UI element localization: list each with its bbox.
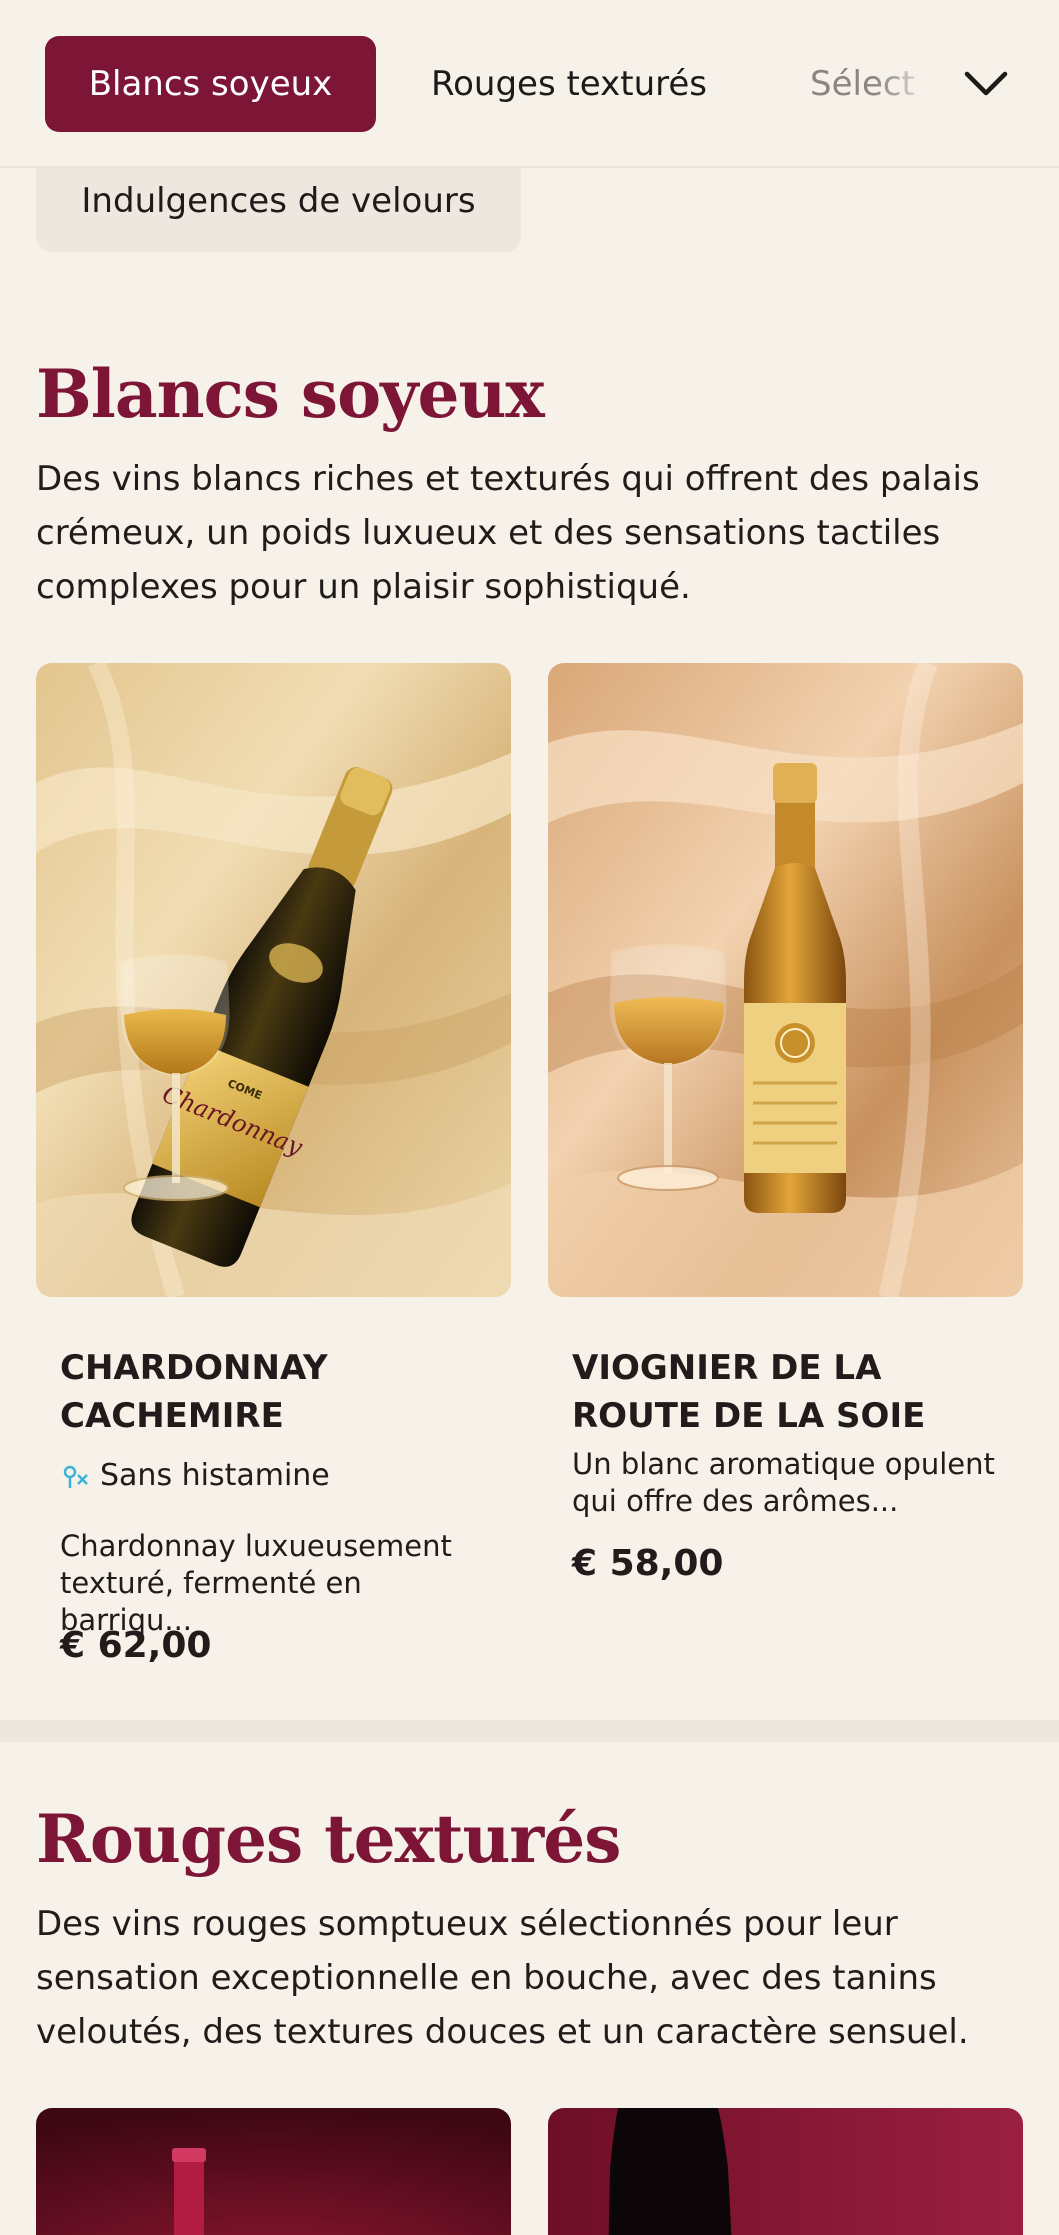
histamine-free-icon bbox=[60, 1461, 90, 1491]
product-price: € 58,00 bbox=[572, 1543, 724, 1584]
tab-rouges-textures[interactable]: Rouges texturés bbox=[404, 36, 734, 132]
product-price: € 62,00 bbox=[60, 1625, 212, 1666]
chevron-down-icon[interactable] bbox=[960, 58, 1012, 110]
product-name[interactable]: CHARDONNAY CACHEMIRE bbox=[60, 1344, 500, 1440]
product-description: Chardonnay luxueusement texturé, ferment… bbox=[60, 1529, 452, 1637]
product-image-red-2[interactable] bbox=[548, 2108, 1023, 2235]
tab-blancs-soyeux[interactable]: Blancs soyeux bbox=[45, 36, 376, 132]
section-title: Blancs soyeux bbox=[36, 355, 545, 433]
product-badge: Sans histamine bbox=[60, 1458, 330, 1493]
section-divider bbox=[0, 1720, 1059, 1742]
section-description: Des vins blancs riches et texturés qui o… bbox=[36, 459, 980, 607]
section-title: Rouges texturés bbox=[36, 1800, 621, 1878]
section-description: Des vins rouges somptueux sélectionnés p… bbox=[36, 1904, 969, 2052]
product-name[interactable]: VIOGNIER DE LA ROUTE DE LA SOIE bbox=[572, 1344, 1012, 1440]
product-image-red-1[interactable] bbox=[36, 2108, 511, 2235]
product-image-chardonnay[interactable]: COME Chardonnay bbox=[36, 663, 511, 1297]
product-badge-label: Sans histamine bbox=[100, 1458, 330, 1493]
category-nav: Blancs soyeux Rouges texturés Sélect bbox=[0, 0, 1059, 168]
product-image-viognier[interactable] bbox=[548, 663, 1023, 1297]
product-description: Un blanc aromatique opulent qui offre de… bbox=[572, 1447, 995, 1518]
